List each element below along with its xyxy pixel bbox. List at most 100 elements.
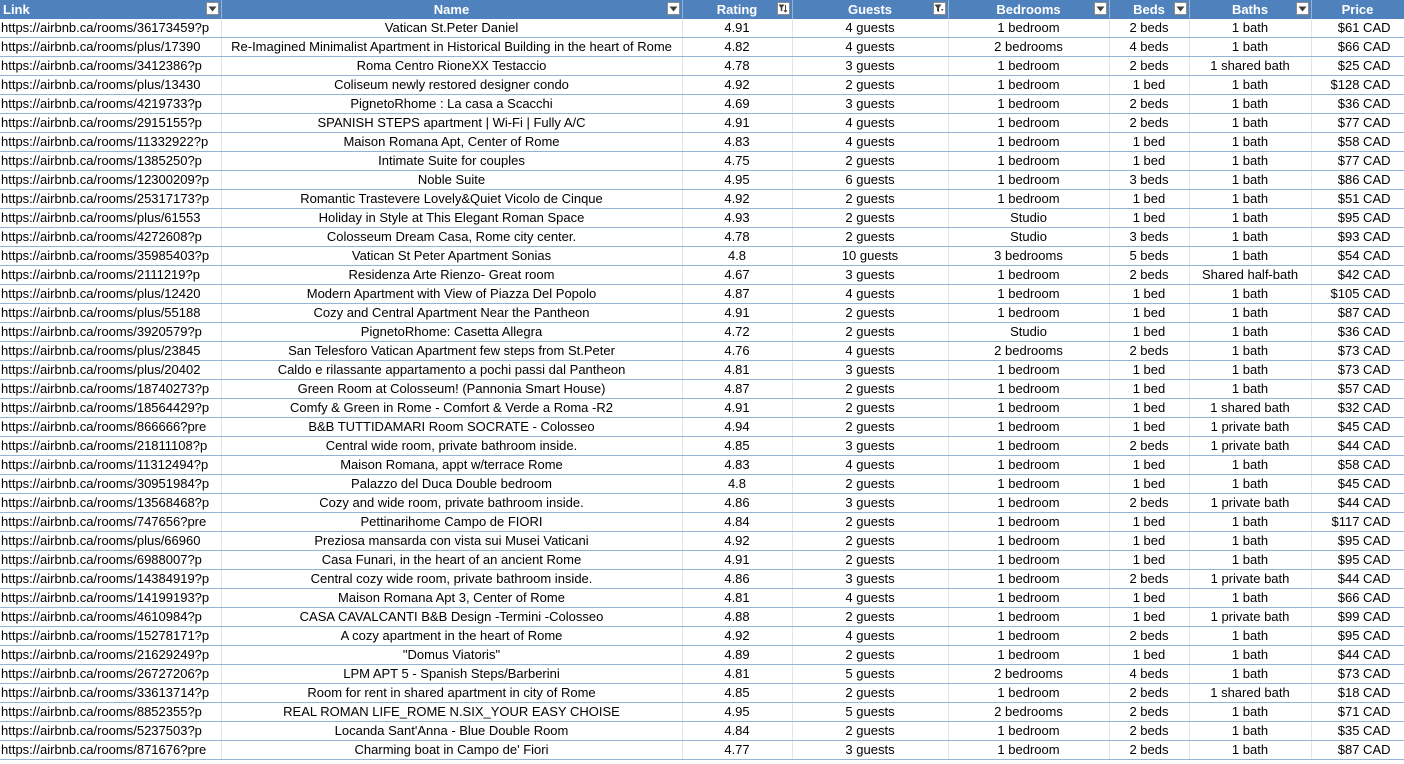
cell-bedrooms[interactable]: 1 bedroom xyxy=(948,683,1110,703)
cell-price[interactable]: $42 CAD xyxy=(1311,265,1404,285)
cell-bedrooms[interactable]: 1 bedroom xyxy=(948,436,1110,456)
cell-beds[interactable]: 1 bed xyxy=(1109,398,1190,418)
cell-guests[interactable]: 2 guests xyxy=(792,531,949,551)
cell-rating[interactable]: 4.8 xyxy=(682,246,793,266)
column-header-link[interactable]: Link xyxy=(0,0,222,19)
cell-guests[interactable]: 3 guests xyxy=(792,94,949,114)
cell-name[interactable]: Vatican St Peter Apartment Sonias xyxy=(221,246,683,266)
cell-rating[interactable]: 4.92 xyxy=(682,75,793,95)
cell-guests[interactable]: 2 guests xyxy=(792,550,949,570)
cell-beds[interactable]: 2 beds xyxy=(1109,341,1190,361)
cell-baths[interactable]: 1 bath xyxy=(1189,721,1312,741)
cell-baths[interactable]: 1 bath xyxy=(1189,227,1312,247)
cell-price[interactable]: $44 CAD xyxy=(1311,493,1404,513)
cell-bedrooms[interactable]: 1 bedroom xyxy=(948,721,1110,741)
cell-guests[interactable]: 2 guests xyxy=(792,227,949,247)
cell-link[interactable]: https://airbnb.ca/rooms/35985403?p xyxy=(0,246,222,266)
cell-rating[interactable]: 4.86 xyxy=(682,493,793,513)
cell-guests[interactable]: 3 guests xyxy=(792,493,949,513)
cell-bedrooms[interactable]: 1 bedroom xyxy=(948,474,1110,494)
cell-beds[interactable]: 1 bed xyxy=(1109,455,1190,475)
cell-baths[interactable]: 1 bath xyxy=(1189,664,1312,684)
cell-link[interactable]: https://airbnb.ca/rooms/14199193?p xyxy=(0,588,222,608)
cell-beds[interactable]: 1 bed xyxy=(1109,303,1190,323)
cell-price[interactable]: $71 CAD xyxy=(1311,702,1404,722)
cell-link[interactable]: https://airbnb.ca/rooms/33613714?p xyxy=(0,683,222,703)
cell-link[interactable]: https://airbnb.ca/rooms/18740273?p xyxy=(0,379,222,399)
cell-link[interactable]: https://airbnb.ca/rooms/3412386?p xyxy=(0,56,222,76)
cell-bedrooms[interactable]: 1 bedroom xyxy=(948,265,1110,285)
cell-link[interactable]: https://airbnb.ca/rooms/747656?pre xyxy=(0,512,222,532)
cell-price[interactable]: $73 CAD xyxy=(1311,664,1404,684)
cell-guests[interactable]: 3 guests xyxy=(792,569,949,589)
cell-baths[interactable]: 1 bath xyxy=(1189,132,1312,152)
cell-price[interactable]: $77 CAD xyxy=(1311,151,1404,171)
cell-price[interactable]: $105 CAD xyxy=(1311,284,1404,304)
cell-price[interactable]: $44 CAD xyxy=(1311,569,1404,589)
cell-rating[interactable]: 4.75 xyxy=(682,151,793,171)
cell-beds[interactable]: 2 beds xyxy=(1109,702,1190,722)
cell-baths[interactable]: 1 bath xyxy=(1189,645,1312,665)
cell-bedrooms[interactable]: 1 bedroom xyxy=(948,626,1110,646)
cell-price[interactable]: $128 CAD xyxy=(1311,75,1404,95)
cell-baths[interactable]: 1 private bath xyxy=(1189,493,1312,513)
cell-rating[interactable]: 4.83 xyxy=(682,132,793,152)
cell-bedrooms[interactable]: 1 bedroom xyxy=(948,75,1110,95)
cell-rating[interactable]: 4.92 xyxy=(682,626,793,646)
cell-bedrooms[interactable]: 2 bedrooms xyxy=(948,664,1110,684)
cell-bedrooms[interactable]: 2 bedrooms xyxy=(948,37,1110,57)
cell-baths[interactable]: 1 bath xyxy=(1189,702,1312,722)
column-header-guests[interactable]: Guests xyxy=(792,0,949,19)
cell-baths[interactable]: 1 bath xyxy=(1189,246,1312,266)
cell-name[interactable]: Vatican St.Peter Daniel xyxy=(221,19,683,38)
cell-link[interactable]: https://airbnb.ca/rooms/11312494?p xyxy=(0,455,222,475)
cell-beds[interactable]: 1 bed xyxy=(1109,588,1190,608)
cell-beds[interactable]: 1 bed xyxy=(1109,474,1190,494)
cell-baths[interactable]: 1 private bath xyxy=(1189,436,1312,456)
cell-baths[interactable]: 1 private bath xyxy=(1189,569,1312,589)
cell-bedrooms[interactable]: 1 bedroom xyxy=(948,398,1110,418)
cell-link[interactable]: https://airbnb.ca/rooms/36173459?p xyxy=(0,19,222,38)
cell-guests[interactable]: 4 guests xyxy=(792,113,949,133)
cell-price[interactable]: $66 CAD xyxy=(1311,37,1404,57)
cell-bedrooms[interactable]: 1 bedroom xyxy=(948,531,1110,551)
cell-baths[interactable]: 1 bath xyxy=(1189,151,1312,171)
cell-guests[interactable]: 2 guests xyxy=(792,151,949,171)
cell-name[interactable]: "Domus Viatoris" xyxy=(221,645,683,665)
cell-name[interactable]: PignetoRhome: Casetta Allegra xyxy=(221,322,683,342)
cell-guests[interactable]: 4 guests xyxy=(792,455,949,475)
column-header-name[interactable]: Name xyxy=(221,0,683,19)
cell-name[interactable]: Romantic Trastevere Lovely&Quiet Vicolo … xyxy=(221,189,683,209)
cell-rating[interactable]: 4.76 xyxy=(682,341,793,361)
cell-price[interactable]: $95 CAD xyxy=(1311,550,1404,570)
cell-baths[interactable]: 1 bath xyxy=(1189,189,1312,209)
cell-name[interactable]: REAL ROMAN LIFE_ROME N.SIX_YOUR EASY CHO… xyxy=(221,702,683,722)
cell-beds[interactable]: 1 bed xyxy=(1109,189,1190,209)
filter-dropdown-icon[interactable] xyxy=(1295,2,1309,15)
cell-link[interactable]: https://airbnb.ca/rooms/plus/55188 xyxy=(0,303,222,323)
cell-name[interactable]: Comfy & Green in Rome - Comfort & Verde … xyxy=(221,398,683,418)
cell-guests[interactable]: 6 guests xyxy=(792,170,949,190)
cell-beds[interactable]: 3 beds xyxy=(1109,227,1190,247)
cell-baths[interactable]: 1 bath xyxy=(1189,19,1312,38)
cell-rating[interactable]: 4.69 xyxy=(682,94,793,114)
cell-guests[interactable]: 4 guests xyxy=(792,132,949,152)
cell-name[interactable]: Locanda Sant'Anna - Blue Double Room xyxy=(221,721,683,741)
cell-name[interactable]: Intimate Suite for couples xyxy=(221,151,683,171)
cell-rating[interactable]: 4.94 xyxy=(682,417,793,437)
cell-link[interactable]: https://airbnb.ca/rooms/30951984?p xyxy=(0,474,222,494)
cell-price[interactable]: $57 CAD xyxy=(1311,379,1404,399)
cell-name[interactable]: Central cozy wide room, private bathroom… xyxy=(221,569,683,589)
cell-name[interactable]: Residenza Arte Rienzo- Great room xyxy=(221,265,683,285)
cell-beds[interactable]: 1 bed xyxy=(1109,284,1190,304)
filter-active-icon[interactable] xyxy=(932,2,946,15)
cell-baths[interactable]: 1 bath xyxy=(1189,531,1312,551)
cell-price[interactable]: $45 CAD xyxy=(1311,417,1404,437)
cell-bedrooms[interactable]: 1 bedroom xyxy=(948,550,1110,570)
cell-link[interactable]: https://airbnb.ca/rooms/21811108?p xyxy=(0,436,222,456)
cell-bedrooms[interactable]: 1 bedroom xyxy=(948,189,1110,209)
cell-beds[interactable]: 1 bed xyxy=(1109,360,1190,380)
cell-beds[interactable]: 2 beds xyxy=(1109,683,1190,703)
cell-baths[interactable]: 1 bath xyxy=(1189,341,1312,361)
cell-bedrooms[interactable]: 1 bedroom xyxy=(948,740,1110,760)
